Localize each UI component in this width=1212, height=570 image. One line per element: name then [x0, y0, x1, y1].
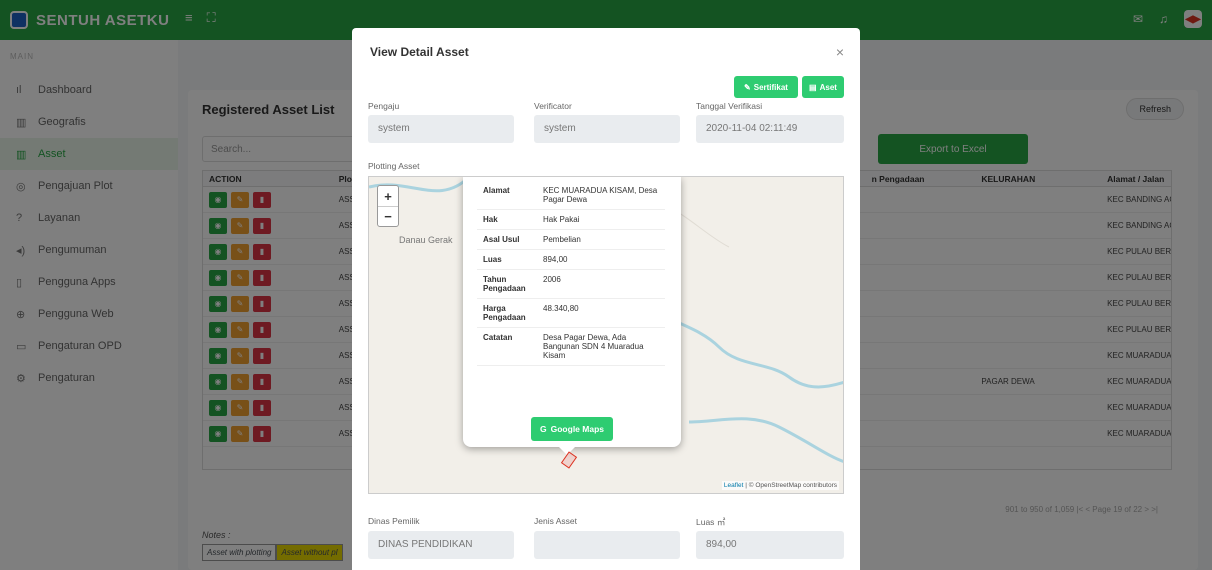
popup-row: Catatan Desa Pagar Dewa, Ada Bangunan SDN… — [477, 327, 665, 366]
popup-key: Alamat — [477, 181, 537, 210]
popup-key: Harga Pengadaan — [477, 298, 537, 328]
pengaju-label: Pengaju — [368, 101, 400, 111]
tanggal-verifikasi-field: 2020-11-04 02:11:49 — [696, 115, 844, 143]
map-popup: Alamat KEC MUARADUA KISAM, Desa Pagar Dew… — [463, 177, 681, 447]
popup-value: 48.340,80 — [537, 298, 665, 328]
file-icon: ▤ — [809, 82, 817, 92]
popup-value: Hak Pakai — [537, 209, 665, 230]
asset-map[interactable]: + − Danau Gerak Alamat KEC MUARADUA KISAM… — [368, 176, 844, 494]
popup-value: 2006 — [537, 269, 665, 299]
popup-value: KEC MUARADUA KISAM, Desa Pagar Dewa — [537, 181, 665, 210]
plotting-asset-label: Plotting Asset — [368, 161, 420, 171]
map-zoom-control: + − — [377, 185, 399, 227]
verificator-label: Verificator — [534, 101, 572, 111]
google-icon: G — [540, 424, 547, 434]
modal-title: View Detail Asset — [370, 45, 469, 59]
aset-button[interactable]: ▤ Aset — [802, 76, 844, 98]
tanggal-verifikasi-label: Tanggal Verifikasi — [696, 101, 763, 111]
popup-row: Luas 894,00 — [477, 249, 665, 270]
popup-row: Tahun Pengadaan 2006 — [477, 269, 665, 299]
luas-unit: ㎡ — [716, 517, 726, 527]
certificate-icon: ✎ — [744, 82, 751, 92]
view-detail-modal: View Detail Asset × ✎ Sertifikat ▤ Aset … — [352, 28, 860, 570]
popup-key: Tahun Pengadaan — [477, 269, 537, 299]
dinas-pemilik-field: DINAS PENDIDIKAN — [368, 531, 514, 559]
popup-row: Asal Usul Pembelian — [477, 229, 665, 250]
map-place-label: Danau Gerak — [399, 235, 453, 245]
popup-value: Pembelian — [537, 229, 665, 250]
pengaju-field: system — [368, 115, 514, 143]
close-icon[interactable]: × — [836, 44, 844, 60]
google-maps-button[interactable]: G Google Maps — [531, 417, 613, 441]
sertifikat-button[interactable]: ✎ Sertifikat — [734, 76, 798, 98]
jenis-asset-field — [534, 531, 680, 559]
dinas-pemilik-label: Dinas Pemilik — [368, 516, 420, 526]
luas-field: 894,00 — [696, 531, 844, 559]
zoom-out-button[interactable]: − — [378, 206, 398, 226]
popup-row: Harga Pengadaan 48.340,80 — [477, 298, 665, 328]
popup-row: Hak Hak Pakai — [477, 209, 665, 230]
popup-value: 894,00 — [537, 249, 665, 270]
verificator-field: system — [534, 115, 680, 143]
popup-key: Hak — [477, 209, 537, 230]
popup-value: Desa Pagar Dewa, Ada Bangunan SDN 4 Muar… — [537, 327, 665, 366]
leaflet-link[interactable]: Leaflet — [724, 482, 744, 489]
popup-key: Asal Usul — [477, 229, 537, 250]
popup-key: Catatan — [477, 327, 537, 366]
luas-label: Luas ㎡ — [696, 517, 726, 527]
popup-detail-table: Alamat KEC MUARADUA KISAM, Desa Pagar Dew… — [477, 181, 665, 366]
zoom-in-button[interactable]: + — [378, 186, 398, 206]
map-attribution: Leaflet | © OpenStreetMap contributors — [721, 481, 839, 490]
popup-row: Alamat KEC MUARADUA KISAM, Desa Pagar Dew… — [477, 181, 665, 210]
jenis-asset-label: Jenis Asset — [534, 516, 577, 526]
popup-key: Luas — [477, 249, 537, 270]
